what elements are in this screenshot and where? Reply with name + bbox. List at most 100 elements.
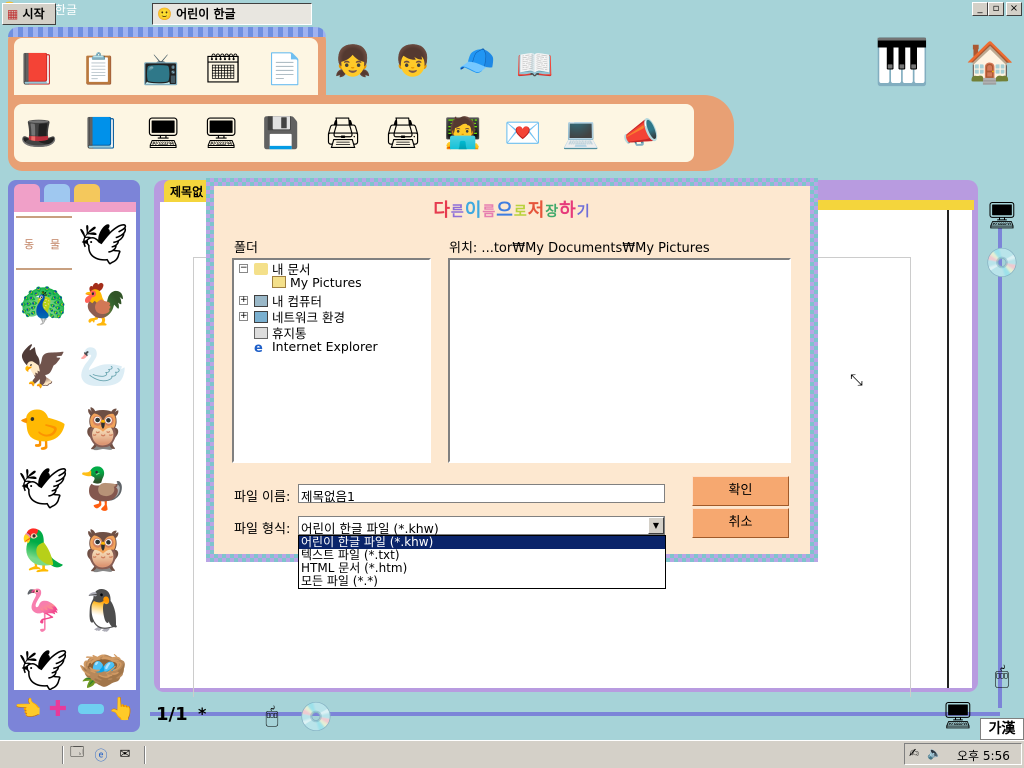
ime-indicator[interactable]: 가漢	[980, 718, 1024, 740]
hand-right-icon[interactable]: 👆	[108, 692, 136, 726]
printer-paper-icon[interactable]: 🖨	[380, 108, 426, 158]
network-icon	[254, 311, 268, 323]
heart-computer-icon[interactable]: 💻	[558, 108, 604, 158]
swan-clipart-icon[interactable]: 🦢	[74, 336, 132, 396]
dove-letter-clipart-icon[interactable]: 🕊	[14, 458, 72, 518]
location-label: 위치: ...tor₩My Documents₩My Pictures	[449, 241, 710, 256]
chick-clipart-icon[interactable]: 🐤	[14, 398, 72, 458]
peacock-clipart-icon[interactable]: 🦚	[14, 274, 72, 334]
computer-paint-icon[interactable]: 🖥	[198, 108, 244, 158]
start-button[interactable]: ▦ 시작	[2, 3, 56, 25]
zoom-slider-track[interactable]	[998, 228, 1002, 708]
book-hand-icon[interactable]: 📘	[78, 108, 124, 158]
tree-toggle-my-computer[interactable]: +	[239, 296, 248, 305]
grid-hand-icon[interactable]: 🗓	[200, 44, 246, 94]
cd-up-icon[interactable]: 💿	[982, 242, 1022, 282]
mouse-icon[interactable]: 🖱	[984, 656, 1020, 696]
plus-icon[interactable]: ✚	[44, 692, 72, 726]
owl-clipart-icon[interactable]: 🦉	[74, 398, 132, 458]
mouse-cursor-icon: ⤡	[850, 370, 863, 389]
dialog-title-char: 하	[559, 200, 577, 221]
outlook-icon[interactable]: ✉	[116, 744, 134, 764]
boy-face-icon[interactable]: 👦	[390, 36, 436, 86]
volume-icon[interactable]: 🔈	[927, 746, 942, 760]
maximize-button[interactable]: ▫	[988, 2, 1004, 16]
dialog-title-char: 름	[482, 204, 497, 220]
ie-icon: e	[254, 341, 263, 356]
document-tab[interactable]: 제목없	[164, 180, 212, 202]
close-button[interactable]: ×	[1006, 2, 1022, 16]
system-tray: ✍ 🔈 오후 5:56	[904, 743, 1022, 765]
dialog-title-char: 으	[496, 200, 514, 221]
hand-left-icon[interactable]: 👈	[14, 692, 42, 726]
crane-clipart-icon[interactable]: 🕊	[14, 640, 72, 691]
dropdown-arrow-icon[interactable]: ▼	[648, 517, 664, 534]
monitor-face-bottom-icon[interactable]: 🖥	[938, 696, 978, 736]
modified-indicator: *	[198, 704, 207, 723]
clipart-tab-pink[interactable]	[14, 184, 40, 204]
brown-owl-clipart-icon[interactable]: 🦉	[74, 520, 132, 580]
pen-book-icon[interactable]: 📕	[14, 44, 60, 94]
ime-tray-icon[interactable]: ✍	[909, 746, 919, 760]
filetype-dropdown-list: 어린이 한글 파일 (*.khw) 텍스트 파일 (*.txt) HTML 문서…	[298, 535, 666, 589]
clipart-tabs	[14, 184, 136, 212]
clock: 오후 5:56	[957, 749, 1010, 763]
monitor-face-icon[interactable]: 🖥	[982, 196, 1022, 236]
category-label-a: 동	[24, 238, 35, 251]
mouse-left-icon[interactable]: 🖱	[254, 698, 290, 734]
rooster-clipart-icon[interactable]: 🐓	[74, 274, 132, 334]
nest-clipart-icon[interactable]: 🪺	[74, 640, 132, 691]
parrot-clipart-icon[interactable]: 🦜	[14, 520, 72, 580]
tv-glasses-icon[interactable]: 📺	[138, 44, 184, 94]
folder-icon	[254, 263, 268, 275]
ok-button[interactable]: 확인	[692, 476, 789, 506]
stamp-icon[interactable]: 💌	[500, 108, 546, 158]
penguin-clipart-icon[interactable]: 🐧	[74, 580, 132, 640]
person-computer-icon[interactable]: 🧑‍💻	[440, 108, 486, 158]
minus-icon[interactable]	[78, 704, 104, 714]
clipart-list[interactable]: 동 물 🕊 🦚 🐓 🦅 🦢 🐤 🦉 🕊 🦆 🦜 🦉 🦩 🐧 🕊 🪺	[14, 212, 136, 690]
clipboard-icon[interactable]: 📋	[76, 44, 122, 94]
picture-folder-icon	[272, 276, 286, 288]
pianist-icon[interactable]: 🎹	[870, 30, 934, 94]
duck-clipart-icon[interactable]: 🦆	[74, 458, 132, 518]
file-list[interactable]	[448, 258, 791, 463]
tree-toggle-network[interactable]: +	[239, 312, 248, 321]
open-book-icon[interactable]: 📖	[512, 40, 558, 90]
cd-left-icon[interactable]: 💿	[296, 696, 336, 736]
dialog-title: 다른이름으로저장하기	[214, 196, 810, 222]
desktop-icon[interactable]: 🗔	[68, 744, 86, 764]
tree-item-my-pictures[interactable]: My Pictures	[272, 275, 362, 290]
tree-toggle-my-docs[interactable]: −	[239, 264, 248, 273]
page-edge-line	[947, 210, 949, 688]
eagle-clipart-icon[interactable]: 🦅	[14, 336, 72, 396]
dialog-title-char: 저	[527, 200, 546, 221]
clipart-tab-blue[interactable]	[44, 184, 70, 204]
girl-face-icon[interactable]: 👧	[330, 36, 376, 86]
cancel-button[interactable]: 취소	[692, 508, 789, 538]
tree-item-ie[interactable]: e Internet Explorer	[254, 339, 378, 355]
house-icon[interactable]: 🏠	[964, 36, 1016, 88]
computer-icon	[254, 295, 268, 307]
ie-quicklaunch-icon[interactable]: ⓔ	[92, 744, 110, 764]
computer-hand-icon[interactable]: 🖥	[140, 108, 186, 158]
dove-clipart-icon[interactable]: 🕊	[74, 214, 132, 274]
app-small-icon: 🙂	[157, 7, 172, 21]
magic-hat-icon[interactable]: 🎩	[16, 108, 62, 158]
speaker-icon[interactable]: 📣	[618, 108, 664, 158]
taskbar	[0, 740, 1024, 768]
dialog-title-char: 이	[464, 200, 483, 221]
filetype-select[interactable]: 어린이 한글 파일 (*.khw)	[298, 516, 665, 536]
flamingo-clipart-icon[interactable]: 🦩	[14, 580, 72, 640]
clipart-tab-yellow[interactable]	[74, 184, 100, 204]
document-icon[interactable]: 📄	[262, 44, 308, 94]
filetype-label: 파일 형식:	[234, 522, 291, 537]
dialog-title-char: 다	[433, 200, 451, 221]
minimize-button[interactable]: _	[972, 2, 988, 16]
computer-disk-icon[interactable]: 💾	[258, 108, 304, 158]
cap-boy-icon[interactable]: 🧢	[454, 36, 500, 86]
filetype-option-all[interactable]: 모든 파일 (*.*)	[299, 575, 665, 588]
filename-input[interactable]: 제목없음1	[298, 484, 665, 504]
taskbar-app-button[interactable]: 🙂 어린이 한글	[152, 3, 312, 25]
printer-icon[interactable]: 🖨	[320, 108, 366, 158]
